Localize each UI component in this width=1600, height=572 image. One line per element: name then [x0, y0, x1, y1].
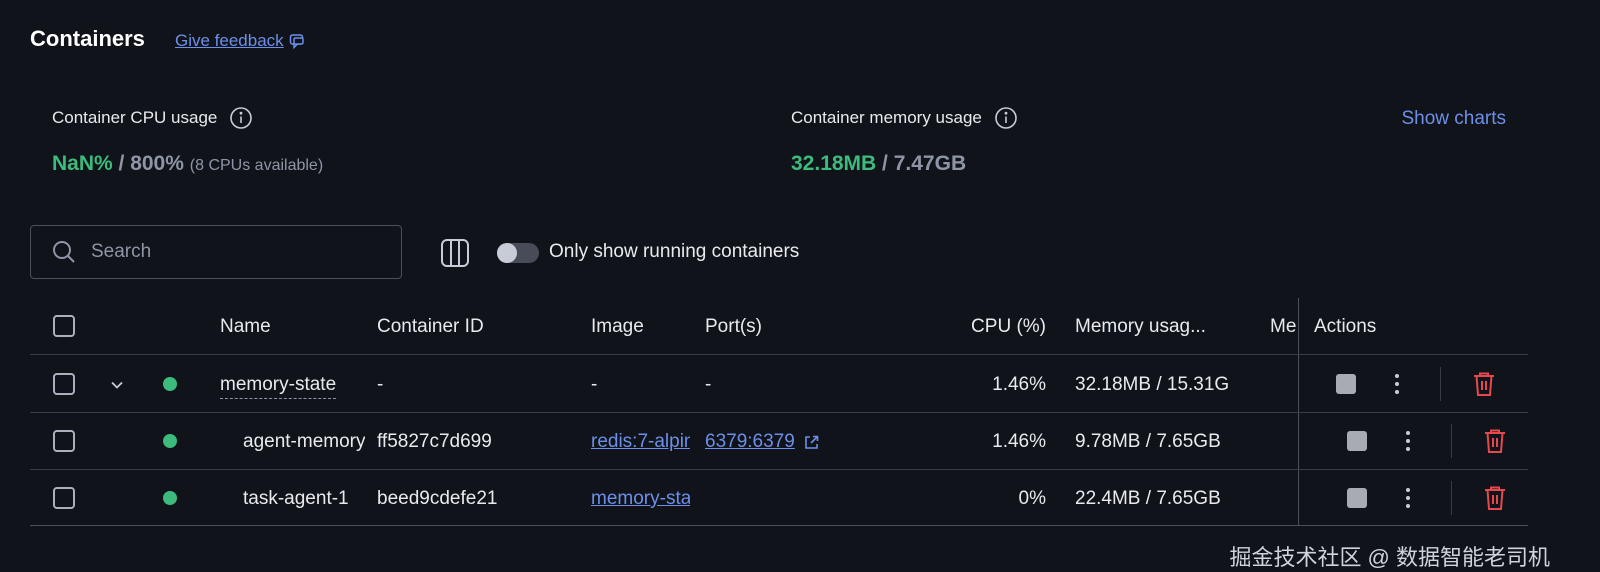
- columns-icon[interactable]: [440, 238, 470, 268]
- container-ports: -: [705, 374, 712, 395]
- port-mapping[interactable]: 6379:6379: [705, 431, 795, 453]
- search-icon: [53, 241, 75, 263]
- give-feedback-link[interactable]: Give feedback: [175, 31, 306, 51]
- memory-separator: /: [876, 152, 894, 175]
- cpu-separator: /: [112, 152, 131, 175]
- info-icon[interactable]: [229, 106, 253, 130]
- memory-usage-label: Container memory usage: [791, 106, 1018, 130]
- select-all-checkbox[interactable]: [53, 315, 75, 337]
- column-header-image[interactable]: Image: [591, 316, 644, 338]
- feedback-icon: [289, 34, 304, 50]
- delete-icon[interactable]: [1483, 485, 1507, 511]
- column-header-actions: Actions: [1314, 316, 1377, 337]
- container-cpu: 0%: [1018, 488, 1046, 509]
- memory-used: 32.18MB: [791, 152, 877, 175]
- stop-button[interactable]: [1336, 374, 1356, 394]
- actions-separator: [1451, 424, 1452, 458]
- stop-button[interactable]: [1347, 488, 1367, 508]
- container-memory: 32.18MB / 15.31G: [1075, 374, 1230, 395]
- running-status-dot: [163, 434, 177, 448]
- more-options-icon[interactable]: [1398, 429, 1418, 453]
- chevron-down-icon[interactable]: [108, 376, 126, 394]
- running-only-label: Only show running containers: [549, 241, 800, 262]
- container-memory: 9.78MB / 7.65GB: [1075, 431, 1221, 452]
- container-name[interactable]: memory-state: [220, 374, 337, 399]
- container-image-link[interactable]: memory-state: [591, 488, 690, 510]
- cpu-used: NaN%: [52, 152, 113, 175]
- info-icon[interactable]: [994, 106, 1018, 130]
- cpu-available-note: (8 CPUs available): [189, 157, 324, 174]
- container-id: ff5827c7d699: [377, 431, 492, 452]
- column-header-memory-usage[interactable]: Memory usag...: [1075, 316, 1206, 338]
- memory-usage-value: 32.18MB / 7.47GB: [791, 152, 966, 176]
- container-image: -: [591, 374, 598, 395]
- give-feedback-label: Give feedback: [175, 31, 284, 50]
- row-checkbox[interactable]: [53, 487, 75, 509]
- container-image-link[interactable]: redis:7-alpine: [591, 431, 690, 453]
- actions-separator: [1440, 367, 1441, 401]
- row-divider: [30, 412, 1528, 413]
- container-ports-link[interactable]: 6379:6379: [705, 431, 820, 453]
- more-options-icon[interactable]: [1387, 372, 1407, 396]
- memory-total: 7.47GB: [893, 152, 967, 175]
- search-input[interactable]: [89, 240, 373, 264]
- row-checkbox[interactable]: [53, 430, 75, 452]
- container-name[interactable]: agent-memory: [243, 431, 365, 453]
- cpu-usage-value: NaN% / 800% (8 CPUs available): [52, 152, 323, 176]
- container-cpu: 1.46%: [992, 431, 1046, 452]
- toggle-knob: [497, 243, 517, 263]
- more-options-icon[interactable]: [1398, 486, 1418, 510]
- container-cpu: 1.46%: [992, 374, 1046, 395]
- container-id: beed9cdefe21: [377, 488, 498, 509]
- row-divider: [30, 469, 1528, 470]
- actions-separator: [1451, 481, 1452, 515]
- delete-icon[interactable]: [1483, 428, 1507, 454]
- container-name[interactable]: task-agent-1: [243, 488, 365, 510]
- running-status-dot: [163, 491, 177, 505]
- search-box[interactable]: [30, 225, 402, 279]
- cpu-usage-label: Container CPU usage: [52, 106, 253, 130]
- row-checkbox[interactable]: [53, 373, 75, 395]
- container-id: -: [377, 374, 384, 395]
- column-header-ports[interactable]: Port(s): [705, 316, 762, 338]
- page-title: Containers: [30, 26, 145, 51]
- watermark: 掘金技术社区 @ 数据智能老司机: [1229, 545, 1550, 570]
- external-link-icon: [805, 435, 819, 449]
- column-header-cpu[interactable]: CPU (%): [946, 316, 1046, 338]
- stop-button[interactable]: [1347, 431, 1367, 451]
- delete-icon[interactable]: [1472, 371, 1496, 397]
- running-only-toggle[interactable]: [497, 243, 539, 263]
- table-bottom-border: [30, 525, 1528, 526]
- cpu-total: 800%: [130, 152, 184, 175]
- container-memory: 22.4MB / 7.65GB: [1075, 488, 1221, 509]
- running-status-dot: [163, 377, 177, 391]
- show-charts-button[interactable]: Show charts: [1401, 108, 1506, 130]
- column-header-memory-limit[interactable]: Me: [1270, 316, 1298, 338]
- header-divider: [30, 354, 1528, 355]
- column-header-container-id[interactable]: Container ID: [377, 316, 484, 338]
- column-header-name[interactable]: Name: [220, 316, 271, 338]
